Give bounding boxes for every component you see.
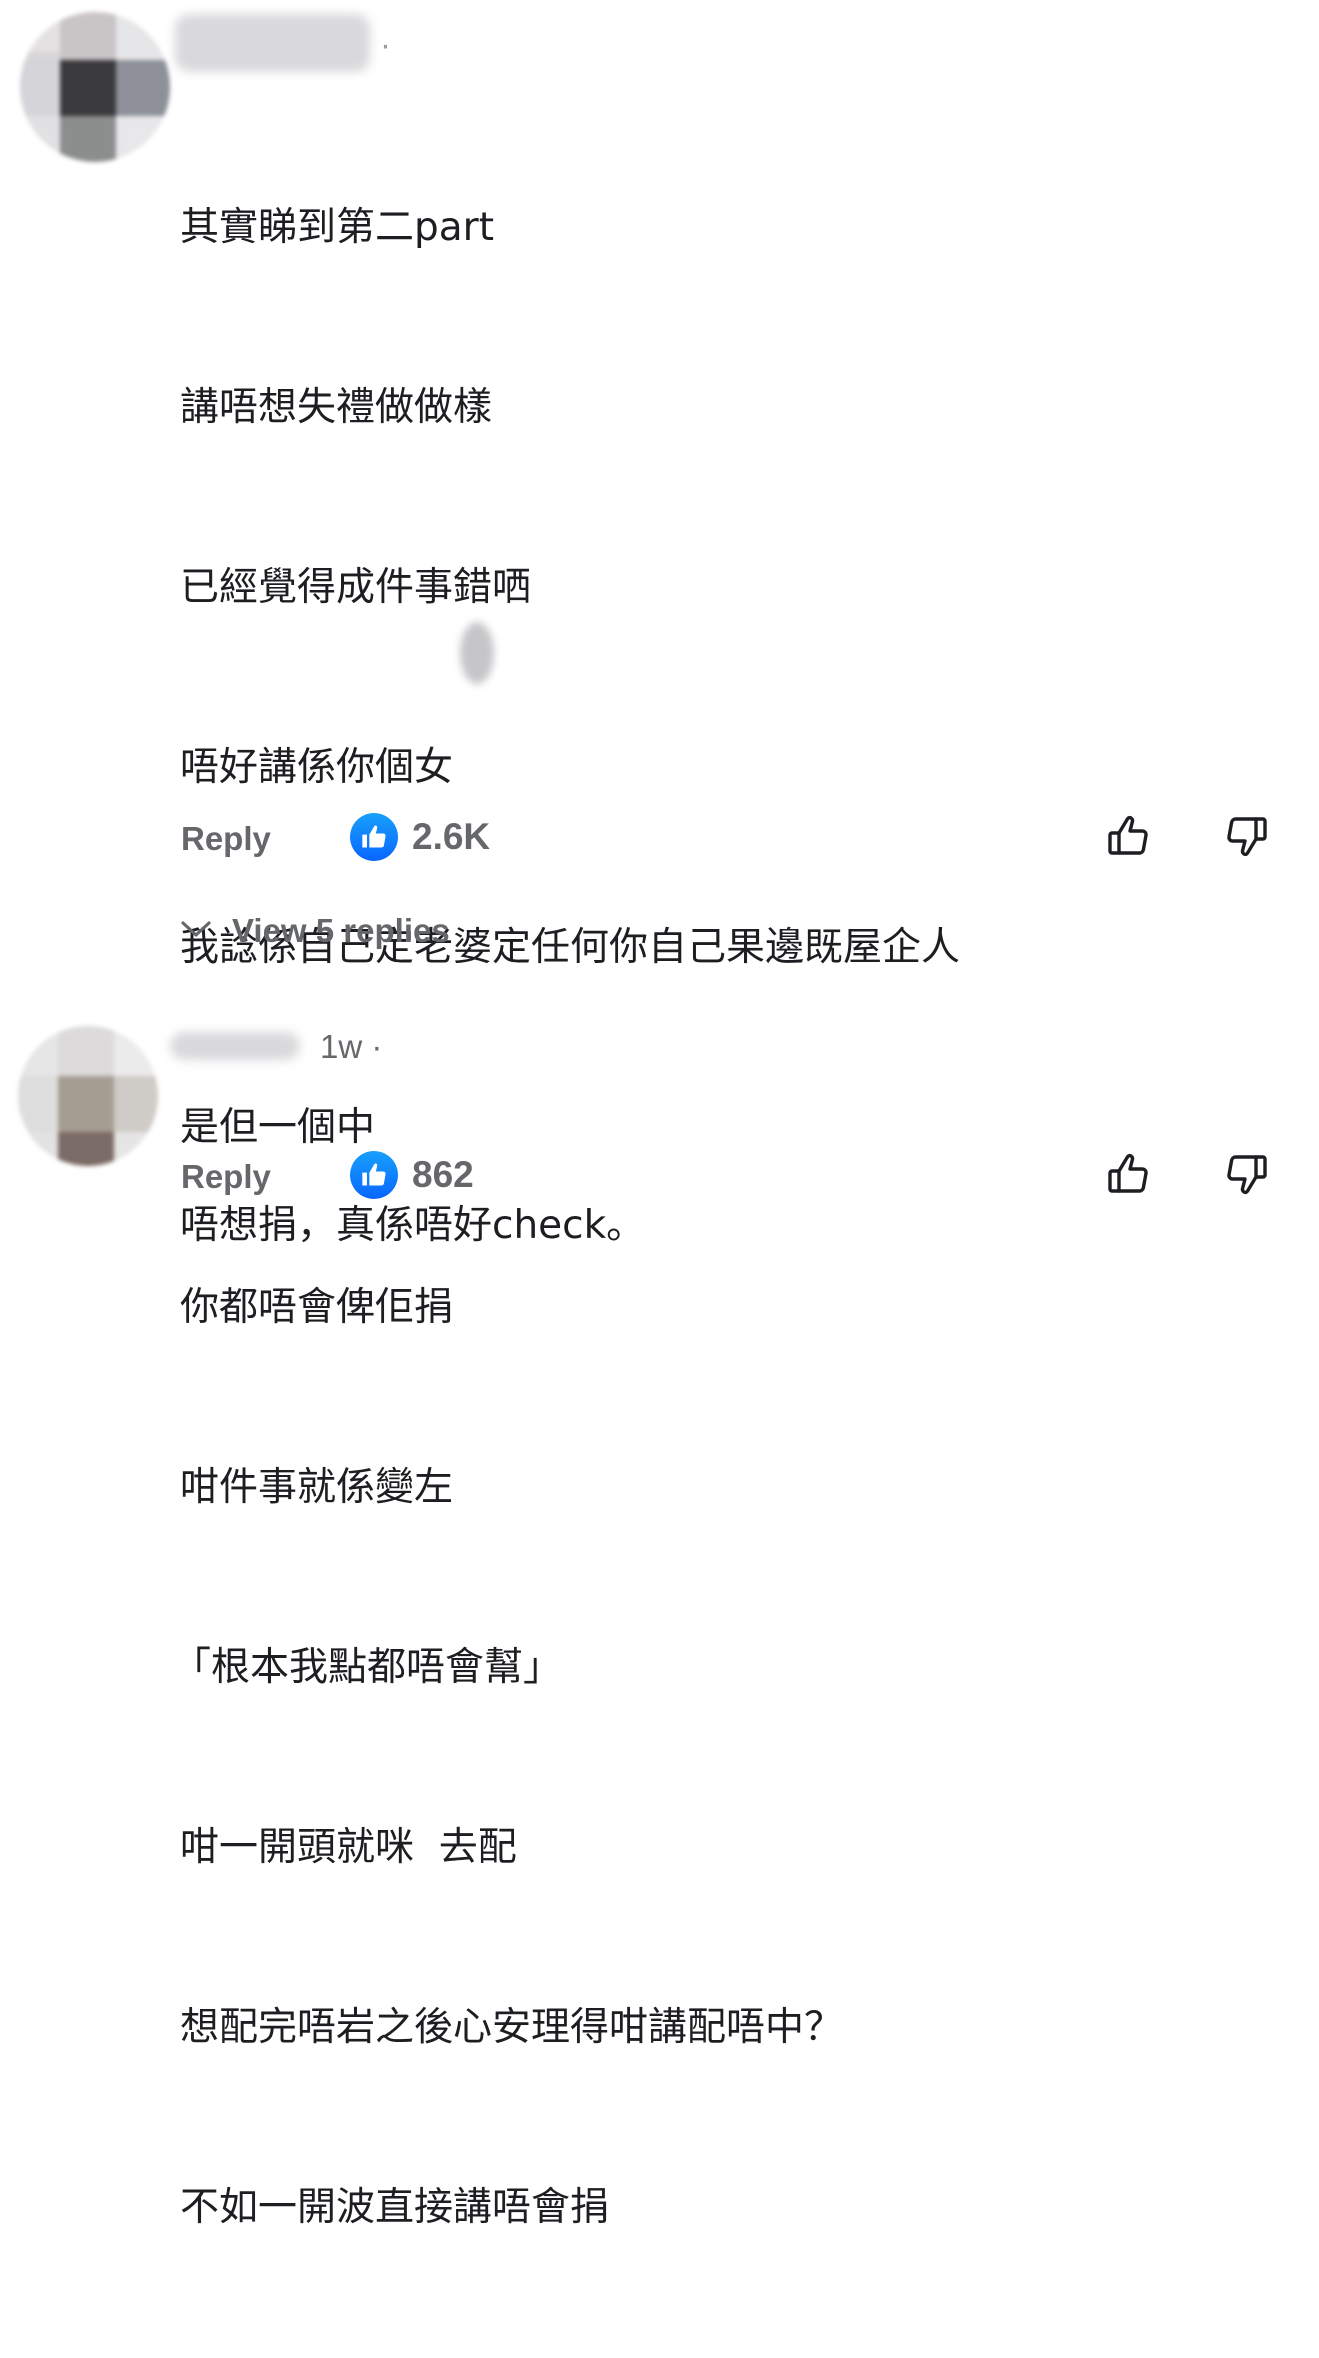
dot-separator-icon: · <box>380 26 391 63</box>
like-thumb-icon <box>350 813 398 861</box>
comment-line: 不如一開波直接講唔會捐 <box>180 2185 610 2230</box>
chevron-down-icon <box>180 919 212 943</box>
comment-line: 已經覺得成件事錯哂 <box>180 565 532 610</box>
avatar[interactable] <box>18 1026 158 1166</box>
comment-actions: Reply 862 <box>0 1150 1319 1210</box>
reaction-summary[interactable]: 862 <box>350 1150 474 1200</box>
comment-1: · 其實睇到第二part 講唔想失禮做做樣 已經覺得成件事錯哂 唔好講係你個女 … <box>0 0 1319 2230</box>
redaction-smudge <box>460 622 494 684</box>
thumbs-up-outline-icon <box>1104 812 1152 864</box>
comment-line: 講唔想失禮做做樣 <box>180 385 493 430</box>
comment-line: 咁一開頭就咪 去配 <box>180 1825 517 1870</box>
dislike-button[interactable] <box>1221 812 1273 864</box>
dislike-button[interactable] <box>1221 1150 1273 1202</box>
view-replies-label: View 5 replies <box>232 912 450 949</box>
comment-line: 咁件事就係變左 <box>180 1465 454 1510</box>
like-count: 862 <box>412 1154 474 1195</box>
avatar[interactable] <box>20 12 170 162</box>
comment-line: 「根本我點都唔會幫」 <box>172 1645 563 1690</box>
reply-button[interactable]: Reply <box>181 820 271 858</box>
view-replies-button[interactable]: View 5 replies <box>180 912 450 950</box>
comment-text: 唔想捐，真係唔好check。 <box>180 1076 645 1376</box>
comment-line: 想配完唔岩之後心安理得咁講配唔中？ <box>180 2005 844 2050</box>
comment-timestamp: 1w · <box>320 1028 383 1065</box>
reaction-summary[interactable]: 2.6K <box>350 812 490 862</box>
thumbs-down-outline-icon <box>1223 1150 1271 1202</box>
thumbs-up-outline-icon <box>1104 1150 1152 1202</box>
comment-2: 1w · 唔想捐，真係唔好check。 Reply 862 <box>0 1010 1319 1248</box>
username-redacted[interactable] <box>170 1032 300 1060</box>
username-redacted[interactable] <box>175 14 370 72</box>
like-button[interactable] <box>1102 812 1154 864</box>
reply-button[interactable]: Reply <box>181 1158 271 1196</box>
comment-line: 其實睇到第二part <box>180 205 494 250</box>
comment-line: 唔好講係你個女 <box>180 745 454 790</box>
comment-actions: Reply 2.6K <box>0 812 1319 872</box>
like-count: 2.6K <box>412 816 491 857</box>
thumbs-down-outline-icon <box>1223 812 1271 864</box>
like-button[interactable] <box>1102 1150 1154 1202</box>
like-thumb-icon <box>350 1151 398 1199</box>
